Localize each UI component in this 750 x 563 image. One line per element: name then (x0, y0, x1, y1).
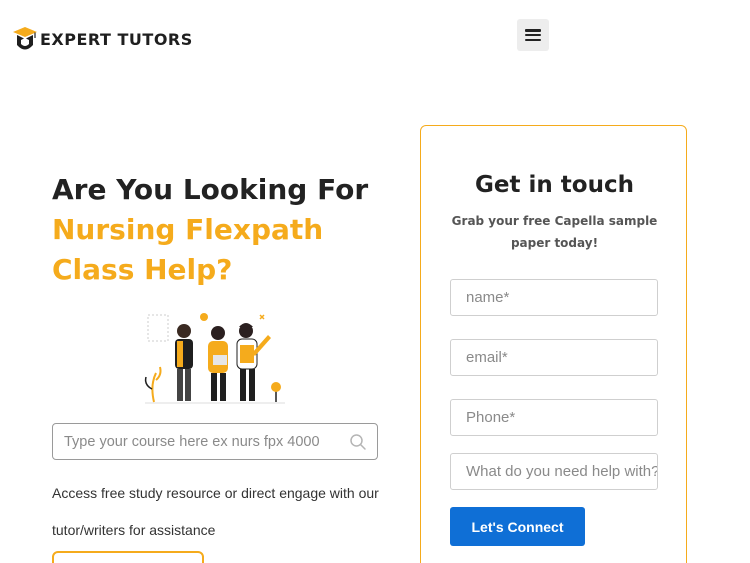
students-illustration (140, 305, 290, 410)
hamburger-menu-icon (525, 29, 541, 41)
headline-line-2: Nursing Flexpath (52, 213, 324, 246)
menu-toggle-button[interactable] (517, 19, 549, 51)
site-header: EXPERT TUTORS (0, 0, 750, 80)
name-field[interactable] (450, 279, 658, 316)
headline-line-1: Are You Looking For (52, 173, 369, 206)
search-icon[interactable] (349, 433, 367, 451)
graduation-cap-shield-icon (12, 24, 38, 54)
email-field[interactable] (450, 339, 658, 376)
help-needed-field[interactable] (450, 453, 658, 490)
brand-logo[interactable]: EXPERT TUTORS (12, 24, 193, 54)
phone-field[interactable] (450, 399, 658, 436)
hero-headline: Are You Looking For Nursing Flexpath Cla… (52, 170, 392, 290)
contact-form-card: Get in touch Grab your free Capella samp… (420, 125, 687, 563)
lets-connect-button[interactable]: Let's Connect (450, 507, 585, 546)
course-search-box[interactable] (52, 423, 378, 460)
contact-form-subtitle: Grab your free Capella sample paper toda… (451, 214, 658, 250)
hero-description: Access free study resource or direct eng… (52, 485, 379, 538)
course-search-input[interactable] (53, 424, 349, 459)
brand-name: EXPERT TUTORS (40, 29, 193, 49)
hero-cta-button[interactable] (52, 551, 204, 563)
contact-form-title: Get in touch (475, 172, 634, 198)
headline-line-3: Class Help? (52, 253, 233, 286)
